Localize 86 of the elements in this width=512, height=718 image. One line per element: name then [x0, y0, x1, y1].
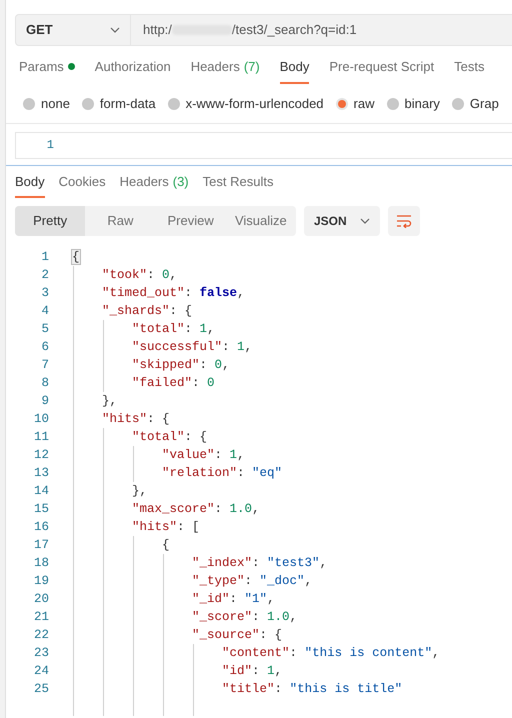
radio-button[interactable] — [82, 98, 94, 110]
code-line: "_source": { — [191, 628, 282, 642]
radio-button[interactable] — [452, 98, 464, 110]
tab[interactable]: Pre-request Script — [329, 56, 434, 84]
code-line: "relation": "eq" — [161, 466, 282, 480]
radio-option[interactable]: Grap — [452, 94, 499, 114]
line-number: 7 — [40, 357, 49, 374]
code-line: "_score": 1.0, — [191, 610, 298, 624]
code-line: { — [161, 538, 170, 552]
view-mode-tab[interactable]: Raw — [85, 206, 156, 236]
line-number: 16 — [32, 519, 49, 536]
code-line: "took": 0, — [101, 268, 178, 282]
line-number: 11 — [32, 429, 49, 446]
line-number: 13 — [32, 465, 49, 482]
view-mode-tab[interactable]: Pretty — [15, 206, 86, 236]
radio-button[interactable] — [168, 98, 180, 110]
wrap-icon — [396, 214, 412, 228]
chevron-down-icon — [360, 218, 370, 224]
tab[interactable]: Body — [280, 56, 310, 84]
code-line: "failed": 0 — [131, 376, 215, 390]
radio-option[interactable]: none — [23, 94, 70, 114]
line-number: 18 — [32, 555, 49, 572]
radio-button[interactable] — [336, 98, 348, 110]
line-number: 19 — [32, 573, 49, 590]
code-line: "total": 1, — [131, 322, 215, 336]
code-line: "hits": { — [101, 412, 170, 426]
code-line: "title": "this is title" — [221, 682, 402, 696]
line-number: 3 — [40, 285, 49, 302]
code-line: "timed_out": false, — [101, 286, 245, 300]
line-number: 2 — [40, 267, 49, 284]
tab[interactable]: Body — [15, 172, 45, 198]
format-dropdown[interactable]: JSON — [304, 206, 380, 236]
code-line: "skipped": 0, — [131, 358, 230, 372]
tab[interactable]: Headers (7) — [190, 56, 260, 84]
line-number: 23 — [32, 645, 49, 662]
line-number: 5 — [40, 321, 49, 338]
code-line: "_index": "test3", — [191, 556, 328, 570]
line-number: 4 — [40, 303, 49, 320]
tab[interactable]: Authorization — [94, 56, 171, 84]
code-line: "value": 1, — [161, 448, 245, 462]
line-number: 25 — [32, 681, 49, 698]
tab[interactable]: Cookies — [58, 172, 106, 198]
code-line: "successful": 1, — [131, 340, 252, 354]
code-line: }, — [101, 394, 118, 408]
line-number: 1 — [46, 137, 54, 154]
radio-button[interactable] — [386, 98, 398, 110]
code-line: "_id": "1", — [191, 592, 275, 606]
view-mode-tab[interactable]: Visualize — [226, 206, 296, 236]
code-line: "_shards": { — [101, 304, 192, 318]
line-number: 8 — [40, 375, 49, 392]
line-number: 17 — [32, 537, 49, 554]
line-number: 14 — [32, 483, 49, 500]
radio-option[interactable]: form-data — [82, 94, 156, 114]
line-number: 24 — [32, 663, 49, 680]
tab[interactable]: Tests — [454, 56, 484, 84]
tab[interactable]: Test Results — [202, 172, 274, 198]
view-mode-tab[interactable]: Preview — [156, 206, 226, 236]
line-number: 22 — [32, 627, 49, 644]
code-line: }, — [131, 484, 148, 498]
code-line: "_type": "_doc", — [191, 574, 312, 588]
line-number: 12 — [32, 447, 49, 464]
radio-option[interactable]: x-www-form-urlencoded — [168, 94, 324, 114]
url-text: http:/ — [143, 21, 172, 40]
tab[interactable]: Params — [19, 56, 75, 84]
line-number: 21 — [32, 609, 49, 626]
chevron-down-icon — [110, 27, 120, 33]
code-line: "total": { — [131, 430, 208, 444]
request-body-editor[interactable]: 1 — [15, 132, 512, 159]
code-line: "hits": [ — [131, 520, 200, 534]
radio-button[interactable] — [23, 98, 35, 110]
line-number: 10 — [32, 411, 49, 428]
line-number: 15 — [32, 501, 49, 518]
wrap-lines-button[interactable] — [388, 206, 420, 236]
line-number: 9 — [40, 393, 49, 410]
code-line: "max_score": 1.0, — [131, 502, 260, 516]
url-text: /test3/_search?q=id:1 — [232, 21, 357, 40]
code-line: "content": "this is content", — [221, 646, 440, 660]
radio-option[interactable]: raw — [336, 94, 374, 114]
radio-option[interactable]: binary — [386, 94, 440, 114]
tab[interactable]: Headers (3) — [120, 172, 189, 198]
line-number: 6 — [40, 339, 49, 356]
code-line: "id": 1, — [221, 664, 282, 678]
line-number: 1 — [40, 249, 49, 266]
method-dropdown[interactable]: GET — [15, 14, 131, 46]
line-number: 20 — [32, 591, 49, 608]
url-field[interactable]: http:/ /test3/_search?q=id:1 — [131, 14, 512, 46]
